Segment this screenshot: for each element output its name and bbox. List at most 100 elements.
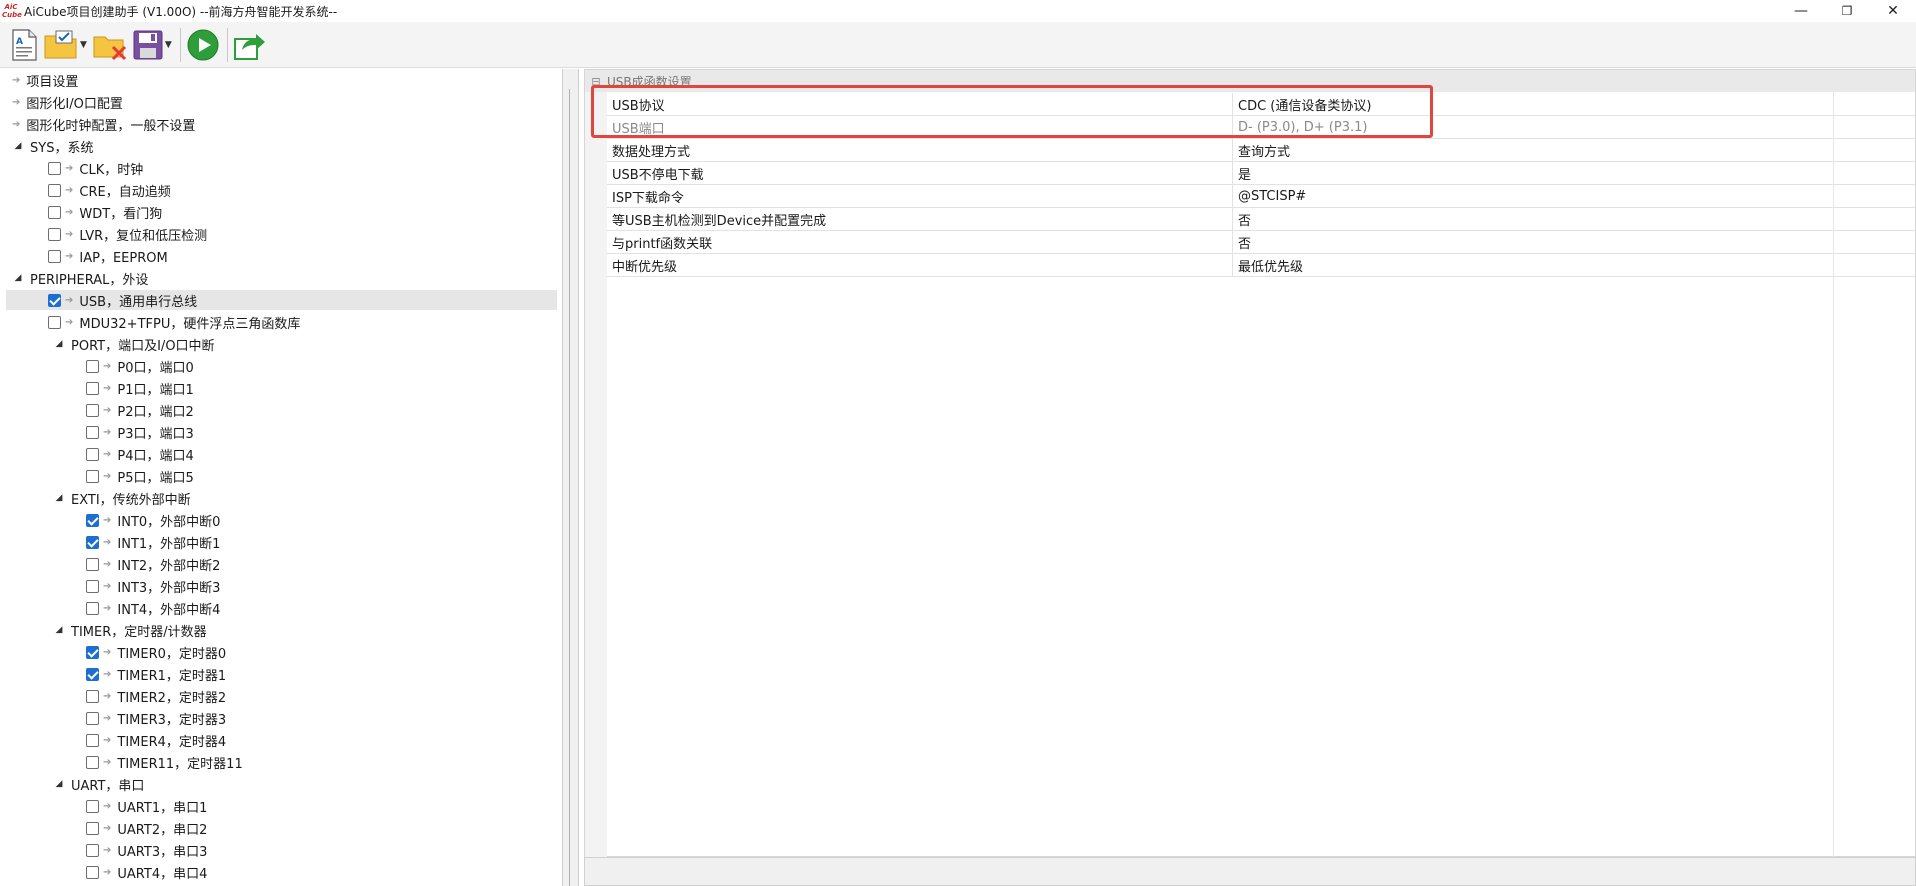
checkbox[interactable] [86, 645, 99, 659]
tree-item[interactable]: ➔ UART4，串口4 [86, 862, 207, 882]
tree-item[interactable]: ➔ WDT，看门狗 [48, 202, 162, 222]
tree-item[interactable]: ➔ TIMER11，定时器11 [86, 752, 243, 772]
tree-item[interactable]: ➔ INT0，外部中断0 [86, 510, 220, 530]
checkbox[interactable] [48, 205, 61, 219]
export-button[interactable] [233, 27, 266, 63]
property-row[interactable]: 等USB主机检测到Device并配置完成否 [607, 207, 1915, 231]
checkbox[interactable] [86, 579, 99, 593]
checkbox[interactable] [86, 447, 99, 461]
checkbox[interactable] [86, 513, 99, 527]
expand-triangle-icon[interactable]: ◢ [53, 339, 65, 349]
expand-triangle-icon[interactable]: ◢ [12, 273, 24, 283]
checkbox[interactable] [86, 755, 99, 769]
tree-item[interactable]: ➔ INT4，外部中断4 [86, 598, 220, 618]
tree-group[interactable]: ◢ UART，串口 [53, 774, 145, 794]
property-row[interactable]: 与printf函数关联否 [607, 230, 1915, 254]
expand-triangle-icon[interactable]: ◢ [12, 141, 24, 151]
arrow-icon: ➔ [103, 756, 112, 768]
tree-item[interactable]: ➔ TIMER0，定时器0 [86, 642, 226, 662]
checkbox[interactable] [86, 711, 99, 725]
open-project-button[interactable]: ▼ [44, 27, 87, 63]
tree-item-label: INT4，外部中断4 [117, 602, 221, 618]
tree-item[interactable]: ➔ INT2，外部中断2 [86, 554, 220, 574]
save-button[interactable]: ▼ [133, 27, 172, 63]
tree-item[interactable]: ➔ 图形化时钟配置，一般不设置 [12, 114, 195, 134]
checkbox[interactable] [86, 821, 99, 835]
expand-triangle-icon[interactable]: ◢ [53, 625, 65, 635]
expand-triangle-icon[interactable]: ◢ [53, 493, 65, 503]
tree-item-label: 图形化时钟配置，一般不设置 [26, 118, 196, 134]
tree-item[interactable]: ➔ P1口，端口1 [86, 378, 194, 398]
checkbox[interactable] [86, 667, 99, 681]
chevron-down-icon[interactable]: ▼ [165, 40, 172, 50]
checkbox[interactable] [48, 293, 61, 307]
checkbox[interactable] [86, 359, 99, 373]
checkbox[interactable] [86, 843, 99, 857]
new-project-button[interactable]: A [10, 27, 38, 63]
tree-group[interactable]: ◢ TIMER，定时器/计数器 [53, 620, 207, 640]
checkbox[interactable] [86, 469, 99, 483]
checkbox[interactable] [48, 249, 61, 263]
property-row[interactable]: ISP下载命令 @STCISP# [607, 184, 1915, 208]
property-value[interactable]: 是 [1233, 164, 1251, 183]
tree-item-label: UART2，串口2 [117, 822, 208, 838]
property-value[interactable]: 最低优先级 [1233, 256, 1303, 275]
panel-splitter[interactable] [563, 69, 579, 886]
tree-item[interactable]: ➔ MDU32+TFPU，硬件浮点三角函数库 [48, 312, 300, 332]
tree-item[interactable]: ➔ TIMER3，定时器3 [86, 708, 226, 728]
checkbox[interactable] [86, 799, 99, 813]
property-value[interactable]: 否 [1233, 233, 1251, 252]
tree-item[interactable]: ➔ P5口，端口5 [86, 466, 194, 486]
tree-item[interactable]: ➔ LVR，复位和低压检测 [48, 224, 207, 244]
tree-item[interactable]: ➔ TIMER1，定时器1 [86, 664, 226, 684]
tree-item[interactable]: ➔ UART2，串口2 [86, 818, 207, 838]
tree-item[interactable]: ➔ P2口，端口2 [86, 400, 194, 420]
tree-item-label: INT1，外部中断1 [117, 536, 221, 552]
checkbox[interactable] [48, 227, 61, 241]
tree-item[interactable]: ➔ CRE，自动追频 [48, 180, 171, 200]
tree-item[interactable]: ➔ TIMER2，定时器2 [86, 686, 226, 706]
tree-item[interactable]: ➔ INT3，外部中断3 [86, 576, 220, 596]
tree-item[interactable]: ➔ TIMER4，定时器4 [86, 730, 226, 750]
property-row[interactable]: 数据处理方式 查询方式 [607, 138, 1915, 162]
tree-item[interactable]: ➔ 图形化I/O口配置 [12, 92, 123, 112]
property-row[interactable]: USB不停电下载是 [607, 161, 1915, 185]
close-button[interactable]: ✕ [1870, 0, 1916, 22]
checkbox[interactable] [48, 183, 61, 197]
property-value[interactable]: @STCISP# [1233, 189, 1306, 204]
property-value[interactable]: 查询方式 [1233, 141, 1290, 160]
tree-group[interactable]: ◢ EXTI，传统外部中断 [53, 488, 191, 508]
run-button[interactable] [187, 27, 219, 63]
checkbox[interactable] [86, 601, 99, 615]
tree-item[interactable]: ➔ IAP，EEPROM [48, 246, 168, 266]
checkbox[interactable] [86, 425, 99, 439]
tree-group[interactable]: ◢ SYS，系统 [12, 136, 94, 156]
maximize-button[interactable]: ❐ [1824, 0, 1870, 22]
chevron-down-icon[interactable]: ▼ [80, 40, 87, 50]
checkbox[interactable] [86, 865, 99, 879]
checkbox[interactable] [86, 381, 99, 395]
tree-item[interactable]: ➔ USB，通用串行总线 [6, 290, 557, 310]
tree-item[interactable]: ➔ CLK，时钟 [48, 158, 143, 178]
tree-group[interactable]: ◢ PORT，端口及I/O口中断 [53, 334, 215, 354]
close-project-button[interactable] [93, 27, 127, 63]
tree-item[interactable]: ➔ UART3，串口3 [86, 840, 207, 860]
checkbox[interactable] [86, 557, 99, 571]
checkbox[interactable] [48, 161, 61, 175]
tree-item[interactable]: ➔ 项目设置 [12, 70, 78, 90]
tree-item[interactable]: ➔ UART1，串口1 [86, 796, 207, 816]
tree-item[interactable]: ➔ P0口，端口0 [86, 356, 194, 376]
property-value[interactable]: 否 [1233, 210, 1251, 229]
expand-triangle-icon[interactable]: ◢ [53, 779, 65, 789]
checkbox[interactable] [86, 535, 99, 549]
property-row[interactable]: 中断优先级 最低优先级 [607, 253, 1915, 277]
checkbox[interactable] [86, 403, 99, 417]
checkbox[interactable] [86, 733, 99, 747]
checkbox[interactable] [48, 315, 61, 329]
minimize-button[interactable]: — [1778, 0, 1824, 22]
tree-item[interactable]: ➔ P4口，端口4 [86, 444, 194, 464]
tree-item[interactable]: ➔ INT1，外部中断1 [86, 532, 220, 552]
tree-item[interactable]: ➔ P3口，端口3 [86, 422, 194, 442]
tree-group[interactable]: ◢ PERIPHERAL，外设 [12, 268, 149, 288]
checkbox[interactable] [86, 689, 99, 703]
